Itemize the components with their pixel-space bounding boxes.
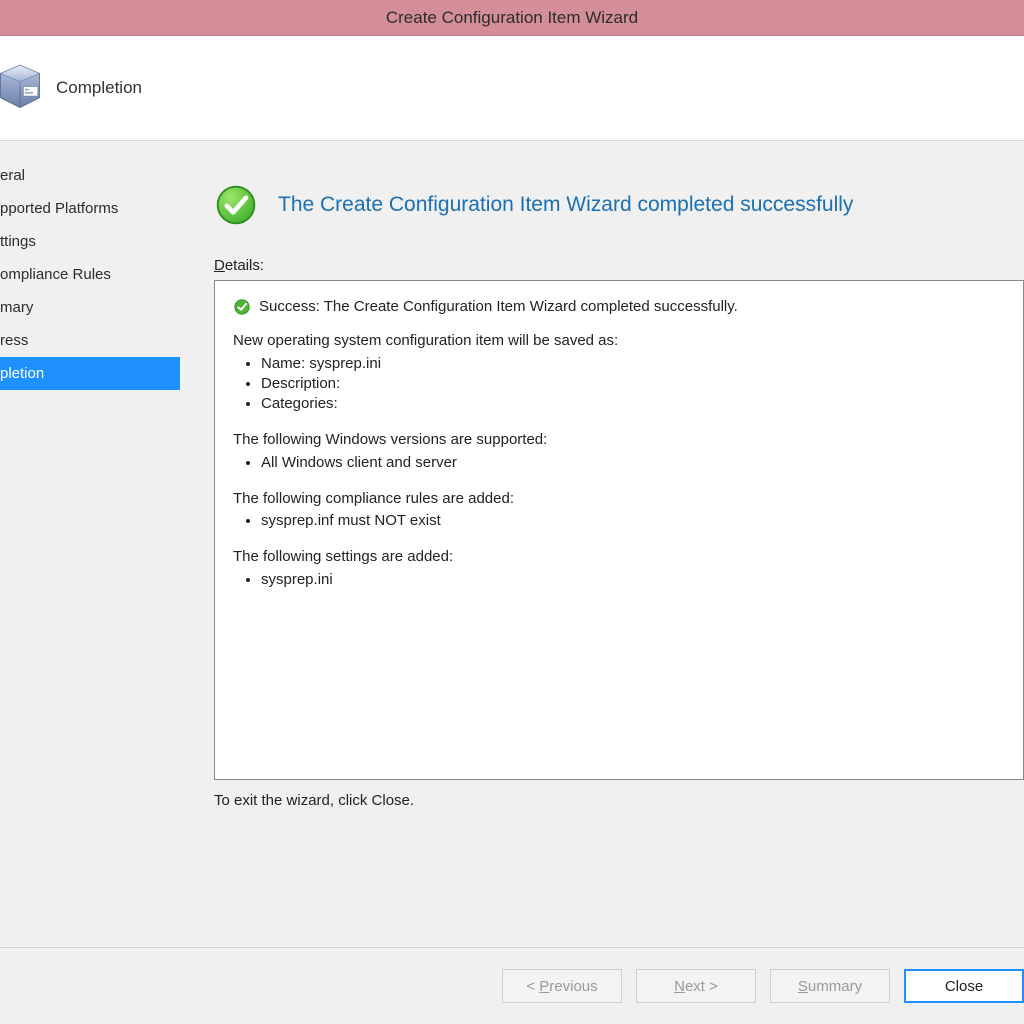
btn-accel: P [539,978,549,995]
summary-button: Summary [770,969,890,1003]
group-settings-added: The following settings are added: syspre… [233,547,1005,590]
titlebar: Create Configuration Item Wizard [0,0,1024,36]
sidebar-item-compliance-rules[interactable]: ompliance Rules [0,258,180,291]
exit-hint: To exit the wizard, click Close. [214,792,1024,809]
previous-button: < Previous [502,969,622,1003]
list-item: sysprep.ini [261,570,1005,590]
details-box[interactable]: Success: The Create Configuration Item W… [214,280,1024,780]
wizard-step-title: Completion [56,78,142,98]
wizard-window: Create Configuration Item Wizard Complet… [0,0,1024,1024]
btn-rest: ext > [685,978,718,995]
wizard-sidebar: eral pported Platforms ttings ompliance … [0,141,180,947]
sidebar-item-summary[interactable]: mary [0,291,180,324]
wizard-content: The Create Configuration Item Wizard com… [180,141,1024,947]
btn-accel: S [798,978,808,995]
group-compliance-rules: The following compliance rules are added… [233,489,1005,532]
sidebar-item-progress[interactable]: ress [0,324,180,357]
success-line: Success: The Create Configuration Item W… [233,297,1005,317]
success-headline-row: The Create Configuration Item Wizard com… [214,183,1024,227]
close-button[interactable]: Close [904,969,1024,1003]
sidebar-item-label: ttings [0,233,36,250]
next-button: Next > [636,969,756,1003]
sidebar-item-supported-platforms[interactable]: pported Platforms [0,192,180,225]
sidebar-item-general[interactable]: eral [0,159,180,192]
wizard-body: eral pported Platforms ttings ompliance … [0,141,1024,947]
sidebar-item-label: pported Platforms [0,200,118,217]
wizard-header: Completion [0,36,1024,141]
wizard-footer: < Previous Next > Summary Close [0,947,1024,1024]
sidebar-item-settings[interactable]: ttings [0,225,180,258]
btn-label: Close [945,978,983,995]
sidebar-item-label: ress [0,332,28,349]
window-title: Create Configuration Item Wizard [386,8,638,28]
list-item: All Windows client and server [261,453,1005,473]
btn-accel: N [674,978,685,995]
sidebar-item-label: pletion [0,365,44,382]
btn-rest: ummary [808,978,862,995]
list-item: Description: [261,374,1005,394]
group-title: The following Windows versions are suppo… [233,430,1005,450]
sidebar-item-label: eral [0,167,25,184]
btn-prefix: < [526,978,539,995]
group-title: The following compliance rules are added… [233,489,1005,509]
list-item: sysprep.inf must NOT exist [261,511,1005,531]
btn-rest: revious [549,978,597,995]
list-item: Categories: [261,394,1005,414]
sidebar-item-label: mary [0,299,33,316]
group-windows-versions: The following Windows versions are suppo… [233,430,1005,473]
wizard-icon [0,60,46,116]
group-saved-as: New operating system configuration item … [233,331,1005,414]
group-title: The following settings are added: [233,547,1005,567]
success-line-text: Success: The Create Configuration Item W… [259,297,738,317]
details-label: Details: [214,257,1024,274]
sidebar-item-completion[interactable]: pletion [0,357,180,390]
success-check-small-icon [233,298,251,316]
success-headline: The Create Configuration Item Wizard com… [278,193,853,217]
success-check-icon [214,183,258,227]
details-label-rest: etails: [225,257,264,274]
list-item: Name: sysprep.ini [261,354,1005,374]
group-title: New operating system configuration item … [233,331,1005,351]
details-label-accel: D [214,257,225,274]
sidebar-item-label: ompliance Rules [0,266,111,283]
